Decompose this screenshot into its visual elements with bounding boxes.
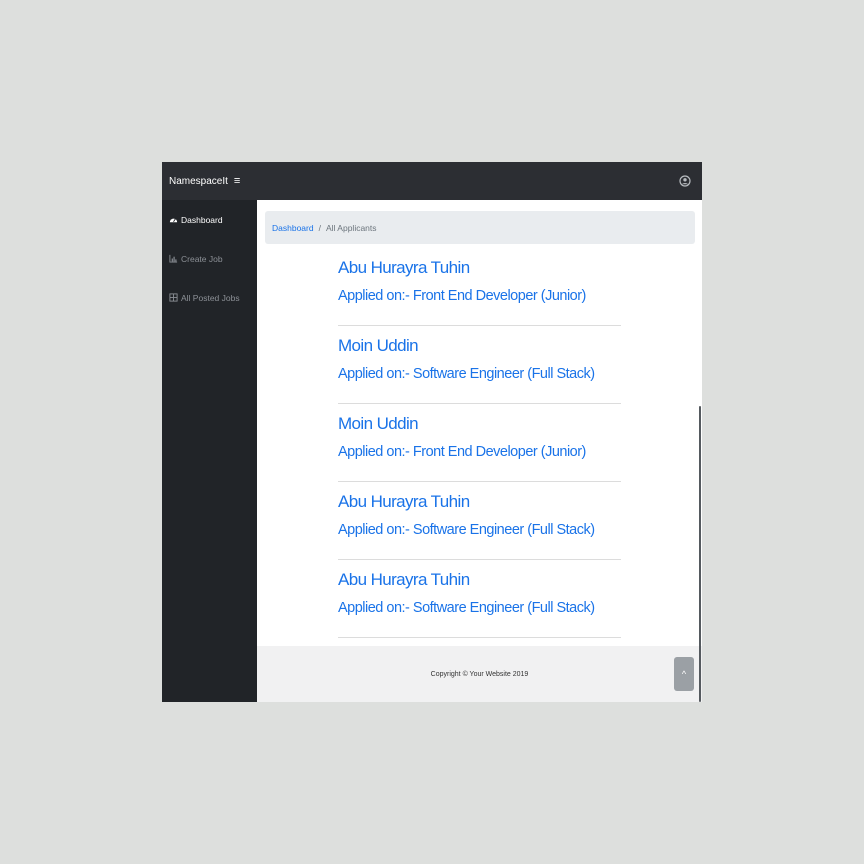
sidebar-item-label: All Posted Jobs bbox=[181, 292, 240, 303]
main-content: Dashboard / All Applicants Abu Hurayra T… bbox=[257, 200, 702, 702]
copyright-text: Copyright © Your Website 2019 bbox=[430, 670, 529, 678]
chevron-up-icon: ^ bbox=[681, 669, 687, 679]
chart-icon bbox=[169, 254, 178, 263]
scroll-to-top-button[interactable]: ^ bbox=[674, 657, 694, 691]
applicant-name-link[interactable]: Abu Hurayra Tuhin bbox=[338, 560, 621, 594]
dashboard-icon bbox=[169, 218, 178, 223]
breadcrumb: Dashboard / All Applicants bbox=[265, 211, 695, 244]
applied-job-text: Applied on:- Front End Developer (Junior… bbox=[338, 444, 586, 460]
applicant-name-link[interactable]: Moin Uddin bbox=[338, 404, 621, 438]
user-circle-icon[interactable] bbox=[679, 175, 691, 187]
applied-job-text: Applied on:- Software Engineer (Full Sta… bbox=[338, 366, 595, 382]
list-item: Moin Uddin Applied on:- Front End Develo… bbox=[338, 404, 621, 482]
scrollbar[interactable] bbox=[699, 406, 701, 702]
brand-logo[interactable]: NamespaceIt bbox=[169, 176, 228, 187]
applicant-list: Abu Hurayra Tuhin Applied on:- Front End… bbox=[338, 248, 621, 638]
applicant-name-link[interactable]: Abu Hurayra Tuhin bbox=[338, 248, 621, 282]
sidebar-item-create-job[interactable]: Create Job bbox=[162, 239, 257, 278]
sidebar-item-label: Create Job bbox=[181, 253, 223, 264]
applied-job-text: Applied on:- Front End Developer (Junior… bbox=[338, 288, 586, 304]
app-window: NamespaceIt ≡ Dashboard Create Job All P… bbox=[162, 162, 702, 702]
applicant-name-link[interactable]: Abu Hurayra Tuhin bbox=[338, 482, 621, 516]
table-icon bbox=[169, 293, 178, 302]
applied-job-text: Applied on:- Software Engineer (Full Sta… bbox=[338, 522, 595, 538]
list-item: Moin Uddin Applied on:- Software Enginee… bbox=[338, 326, 621, 404]
sidebar: Dashboard Create Job All Posted Jobs bbox=[162, 200, 257, 702]
breadcrumb-current: All Applicants bbox=[325, 222, 377, 233]
list-item: Abu Hurayra Tuhin Applied on:- Software … bbox=[338, 482, 621, 560]
breadcrumb-dashboard-link[interactable]: Dashboard bbox=[272, 223, 314, 233]
page-footer: Copyright © Your Website 2019 bbox=[257, 646, 702, 702]
breadcrumb-separator: / bbox=[318, 222, 321, 233]
top-navbar: NamespaceIt ≡ bbox=[162, 162, 702, 200]
applicant-name-link[interactable]: Moin Uddin bbox=[338, 326, 621, 360]
sidebar-item-all-posted-jobs[interactable]: All Posted Jobs bbox=[162, 278, 257, 317]
list-item: Abu Hurayra Tuhin Applied on:- Software … bbox=[338, 560, 621, 638]
list-item: Abu Hurayra Tuhin Applied on:- Front End… bbox=[338, 248, 621, 326]
sidebar-toggle-icon[interactable]: ≡ bbox=[234, 175, 240, 187]
applied-job-text: Applied on:- Software Engineer (Full Sta… bbox=[338, 600, 595, 616]
sidebar-item-dashboard[interactable]: Dashboard bbox=[162, 200, 257, 239]
sidebar-item-label: Dashboard bbox=[181, 214, 223, 225]
